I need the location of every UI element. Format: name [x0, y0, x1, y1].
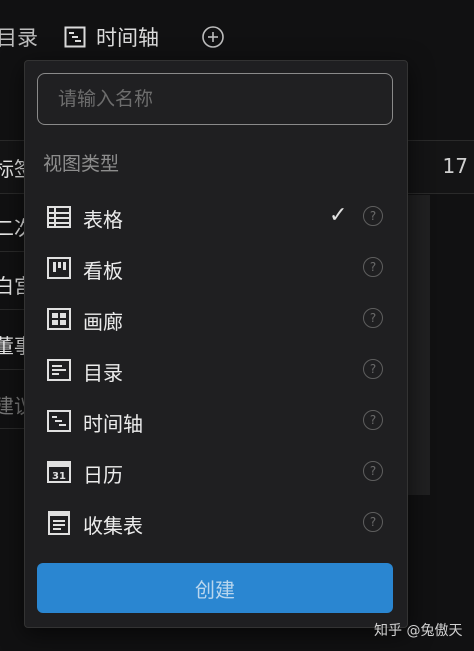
view-type-label: 视图类型 [43, 153, 120, 175]
view-type-label-catalog: 目录 [83, 361, 123, 385]
form-icon [48, 511, 70, 535]
view-type-catalog[interactable]: 目录 ? [25, 344, 407, 395]
view-type-list: 表格 ✓ ? 看板 ? 画廊 ? 目录 ? 时间轴 ? 31 日历 ? 收集表 … [25, 191, 407, 548]
table-icon [47, 206, 71, 228]
kanban-icon [47, 257, 71, 279]
tab-catalog[interactable]: 目录 [0, 22, 38, 52]
view-type-kanban[interactable]: 看板 ? [25, 242, 407, 293]
view-type-label-timeline: 时间轴 [83, 412, 143, 436]
gallery-icon [47, 308, 71, 330]
add-view-icon[interactable] [202, 26, 224, 48]
view-type-timeline[interactable]: 时间轴 ? [25, 395, 407, 446]
catalog-icon [47, 359, 71, 381]
check-icon: ✓ [329, 203, 348, 228]
help-icon[interactable]: ? [363, 359, 383, 379]
watermark: 知乎 @兔傲天 [374, 623, 463, 639]
create-button[interactable]: 创建 [37, 563, 393, 613]
tab-catalog-label: 目录 [0, 26, 38, 50]
view-type-label-calendar: 日历 [83, 463, 123, 487]
view-type-table[interactable]: 表格 ✓ ? [25, 191, 407, 242]
timeline-icon [47, 410, 71, 432]
view-type-label-gallery: 画廊 [83, 310, 123, 334]
view-name-input[interactable] [37, 73, 393, 125]
tab-timeline-label: 时间轴 [96, 26, 159, 50]
help-icon[interactable]: ? [363, 257, 383, 277]
view-type-label-form: 收集表 [83, 514, 143, 538]
view-type-label-table: 表格 [83, 208, 123, 232]
view-type-form[interactable]: 收集表 ? [25, 497, 407, 548]
help-icon[interactable]: ? [363, 206, 383, 226]
view-type-calendar[interactable]: 31 日历 ? [25, 446, 407, 497]
help-icon[interactable]: ? [363, 410, 383, 430]
help-icon[interactable]: ? [363, 461, 383, 481]
calendar-day-number: 31 [52, 471, 66, 482]
calendar-icon: 31 [47, 461, 71, 483]
column-header-count: 17 [442, 154, 468, 178]
view-type-label-kanban: 看板 [83, 259, 123, 283]
help-icon[interactable]: ? [363, 512, 383, 532]
help-icon[interactable]: ? [363, 308, 383, 328]
add-view-popup: 视图类型 表格 ✓ ? 看板 ? [24, 60, 408, 628]
view-type-gallery[interactable]: 画廊 ? [25, 293, 407, 344]
scroll-column [408, 195, 430, 495]
tab-timeline[interactable]: 时间轴 [64, 22, 159, 52]
timeline-icon [64, 26, 86, 48]
